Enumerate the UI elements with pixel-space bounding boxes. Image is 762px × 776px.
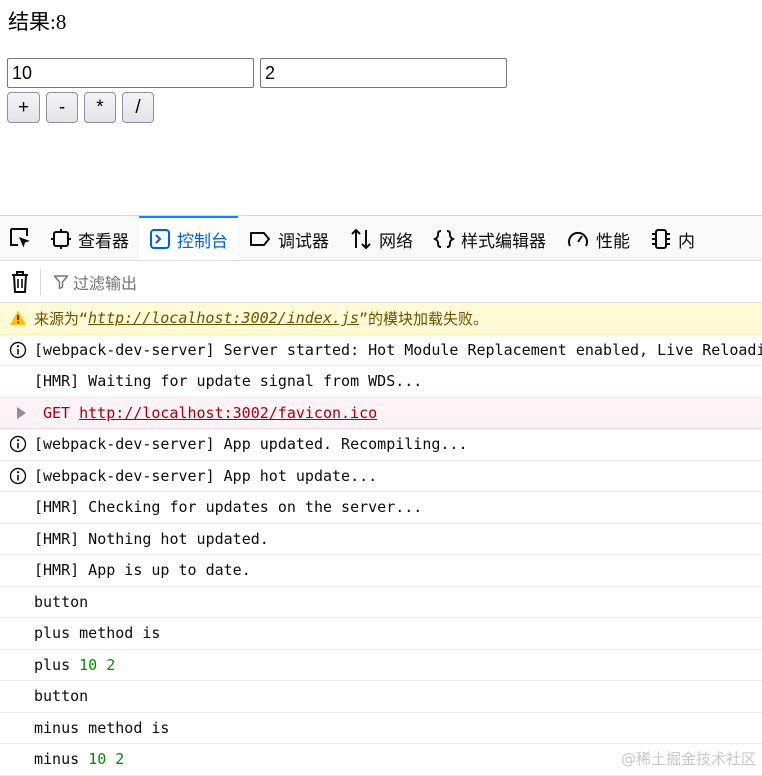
tab-debugger[interactable]: 调试器 [238, 216, 339, 260]
console-link[interactable]: http://localhost:3002/favicon.ico [79, 404, 377, 422]
devtools-tab-bar: 查看器 控制台 调试器 网络 样式编辑器 性能 内 [0, 216, 762, 261]
element-picker-icon [10, 228, 30, 248]
warning-icon [10, 310, 26, 326]
console-log-row: [HMR] App is up to date. [0, 555, 762, 587]
info-icon [9, 467, 27, 484]
console-number: 2 [115, 750, 125, 769]
tab-inspector[interactable]: 查看器 [40, 216, 139, 260]
debugger-icon [250, 232, 270, 246]
console-log-row: minus method is [0, 713, 762, 744]
console-log-row: [HMR] Checking for updates on the server… [0, 492, 762, 524]
console-number: 10 [79, 655, 98, 674]
console-info-row: [webpack-dev-server] Server started: Hot… [0, 335, 762, 366]
watermark: @稀土掘金技术社区 [620, 750, 756, 768]
divide-button[interactable]: / [122, 92, 154, 123]
filter-output-field[interactable]: 过滤输出 [53, 270, 137, 294]
devtools-panel: 查看器 控制台 调试器 网络 样式编辑器 性能 内 过滤输出 来源为“ http… [0, 215, 762, 776]
console-info-row: [webpack-dev-server] App hot update... [0, 461, 762, 492]
tab-console[interactable]: 控制台 [139, 216, 238, 260]
console-error-row: GET http://localhost:3002/favicon.ico [0, 397, 762, 429]
plus-button[interactable]: + [7, 92, 40, 123]
tab-label: 控制台 [177, 231, 228, 252]
network-icon [351, 228, 371, 250]
console-text: plus method is [34, 624, 161, 643]
toolbar-separator [40, 268, 41, 295]
number-input-a[interactable] [7, 58, 254, 88]
console-text: ”的模块加载失败。 [358, 309, 489, 328]
console-warning-row: 来源为“ http://localhost:3002/index.js ”的模块加载… [0, 303, 762, 335]
inspector-icon [51, 229, 71, 249]
console-text: [webpack-dev-server] Server started: Hot… [34, 340, 762, 359]
multiply-button[interactable]: * [84, 92, 116, 123]
performance-icon [568, 231, 588, 247]
console-log-row: plus method is [0, 618, 762, 650]
console-text: 来源为“ [34, 309, 89, 328]
tab-label: 查看器 [78, 231, 129, 252]
result-value: 8 [55, 10, 67, 34]
tab-label: 内 [678, 231, 695, 252]
console-text: minus [34, 750, 89, 769]
tab-performance[interactable]: 性能 [556, 216, 640, 260]
console-number: 10 [88, 750, 107, 769]
tab-label: 网络 [379, 231, 413, 252]
console-text: [webpack-dev-server] App hot update... [34, 466, 378, 485]
web-page: 结果:8 + - * / [0, 0, 762, 215]
console-log-row: plus 10 2 [0, 650, 762, 681]
console-text: button [34, 687, 89, 706]
minus-button[interactable]: - [46, 92, 78, 123]
console-text: [HMR] App is up to date. [34, 561, 251, 580]
info-icon [9, 436, 27, 453]
console-info-row: [webpack-dev-server] App updated. Recomp… [0, 429, 762, 461]
tab-memory[interactable]: 内 [640, 216, 705, 260]
info-icon-wrap [9, 341, 27, 359]
console-text: button [34, 592, 89, 611]
console-icon [150, 229, 170, 249]
number-input-b[interactable] [260, 58, 507, 88]
console-text: [webpack-dev-server] App updated. Recomp… [34, 435, 468, 454]
style-editor-icon [433, 230, 455, 248]
expand-triangle-icon[interactable] [15, 406, 27, 420]
filter-icon [53, 274, 69, 289]
console-text: [HMR] Checking for updates on the server… [34, 498, 423, 517]
console-toolbar: 过滤输出 [0, 261, 762, 303]
console-text: minus method is [34, 718, 170, 737]
error-icon-wrap[interactable] [12, 404, 30, 422]
console-text: plus [34, 655, 80, 674]
console-link[interactable]: http://localhost:3002/index.js [88, 309, 359, 327]
trash-icon [12, 270, 28, 293]
tab-style-editor[interactable]: 样式编辑器 [423, 216, 556, 260]
tab-label: 样式编辑器 [461, 231, 546, 252]
filter-placeholder: 过滤输出 [73, 273, 138, 293]
warning-icon-wrap [9, 309, 27, 327]
console-log-row: [HMR] Nothing hot updated. [0, 524, 762, 555]
info-icon-wrap [9, 467, 27, 485]
result-line: 结果:8 [8, 6, 66, 36]
info-icon [9, 341, 27, 358]
console-log-row: button [0, 681, 762, 713]
console-number: 2 [106, 655, 116, 674]
console-text: GET [43, 403, 80, 422]
operator-buttons: + - * / [7, 92, 154, 123]
console-output: 来源为“ http://localhost:3002/index.js ”的模块加载… [0, 303, 762, 776]
tab-label: 调试器 [278, 231, 329, 252]
tab-network[interactable]: 网络 [339, 216, 423, 260]
console-log-row: [HMR] Waiting for update signal from WDS… [0, 366, 762, 398]
console-text: [HMR] Nothing hot updated. [34, 529, 269, 548]
info-icon-wrap [9, 435, 27, 453]
console-text: [HMR] Waiting for update signal from WDS… [34, 372, 423, 391]
clear-console-button[interactable] [0, 270, 40, 294]
tab-label: 性能 [596, 231, 630, 252]
result-label: 结果: [8, 10, 56, 34]
console-log-row: button [0, 587, 762, 618]
element-picker-button[interactable] [0, 216, 40, 260]
memory-icon [652, 229, 670, 249]
